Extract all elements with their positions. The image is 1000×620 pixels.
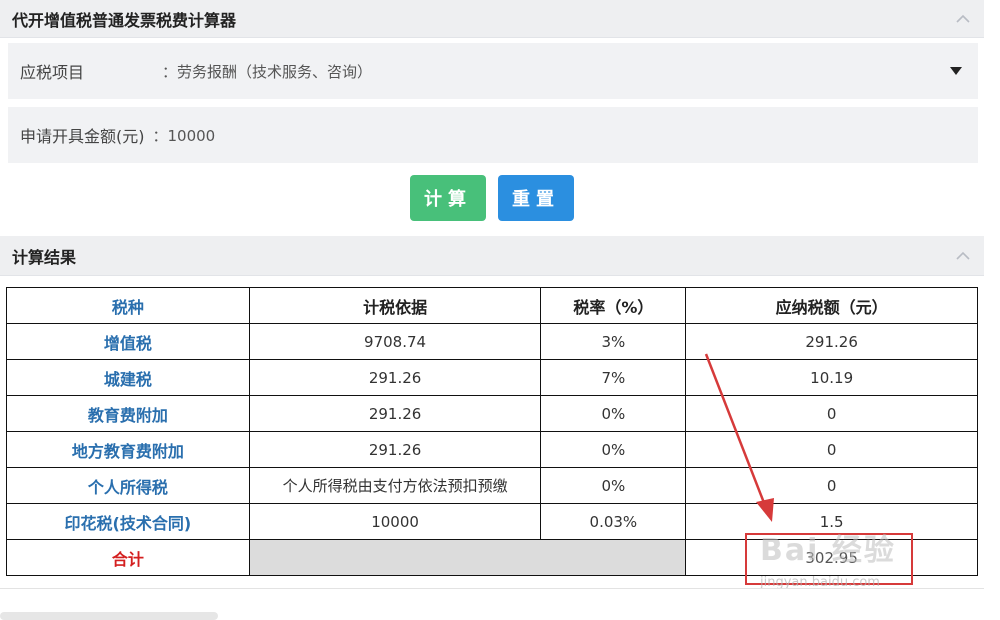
- tax-name: 增值税: [6, 323, 250, 360]
- tax-rate: 0%: [540, 395, 687, 432]
- header-basis: 计税依据: [248, 287, 542, 324]
- total-empty-cell: [248, 539, 687, 576]
- tax-basis: 个人所得税由支付方依法预扣预缴: [248, 467, 542, 504]
- header-amount: 应纳税额（元）: [685, 287, 978, 324]
- table-header-row: 税种 计税依据 税率（%） 应纳税额（元）: [6, 287, 978, 324]
- divider: [0, 588, 984, 589]
- tax-rate: 7%: [540, 359, 687, 396]
- tax-item-select[interactable]: 应税项目 ：劳务报酬（技术服务、咨询）: [8, 43, 978, 99]
- annotation-arrow-icon: [704, 353, 774, 522]
- tax-rate: 0.03%: [540, 503, 687, 540]
- table-row: 城建税 291.26 7% 10.19: [6, 359, 978, 396]
- horizontal-scrollbar[interactable]: [0, 612, 218, 620]
- tax-basis: 291.26: [248, 395, 542, 432]
- tax-name: 城建税: [6, 359, 250, 396]
- baidu-watermark-logo: Bai 经验: [760, 533, 896, 568]
- total-label: 合计: [6, 539, 250, 576]
- tax-rate: 0%: [540, 467, 687, 504]
- tax-basis: 10000: [248, 503, 542, 540]
- tax-basis: 291.26: [248, 431, 542, 468]
- amount-field[interactable]: 申请开具金额(元) ：10000: [8, 107, 978, 163]
- header-tax-type: 税种: [6, 287, 250, 324]
- calculator-header[interactable]: 代开增值税普通发票税费计算器: [0, 0, 984, 38]
- results-title: 计算结果: [12, 247, 77, 267]
- table-row: 教育费附加 291.26 0% 0: [6, 395, 978, 432]
- dropdown-caret-icon[interactable]: [950, 67, 962, 75]
- table-row: 地方教育费附加 291.26 0% 0: [6, 431, 978, 468]
- tax-item-value: ：劳务报酬（技术服务、咨询）: [162, 62, 373, 81]
- amount-label: 申请开具金额(元): [20, 127, 145, 146]
- results-header[interactable]: 计算结果: [0, 236, 984, 276]
- tax-rate: 3%: [540, 323, 687, 360]
- tax-name: 个人所得税: [6, 467, 250, 504]
- table-row: 增值税 9708.74 3% 291.26: [6, 323, 978, 360]
- header-rate: 税率（%）: [540, 287, 687, 324]
- tax-basis: 9708.74: [248, 323, 542, 360]
- collapse-chevron-icon[interactable]: [956, 14, 970, 24]
- collapse-chevron-icon[interactable]: [956, 251, 970, 261]
- tax-name: 地方教育费附加: [6, 431, 250, 468]
- calculate-button[interactable]: 计算: [410, 175, 486, 221]
- tax-basis: 291.26: [248, 359, 542, 396]
- reset-button[interactable]: 重置: [498, 175, 574, 221]
- tax-name: 教育费附加: [6, 395, 250, 432]
- table-row: 个人所得税 个人所得税由支付方依法预扣预缴 0% 0: [6, 467, 978, 504]
- amount-value: ：10000: [152, 126, 216, 145]
- tax-item-label: 应税项目: [20, 63, 85, 82]
- tax-rate: 0%: [540, 431, 687, 468]
- tax-name: 印花税(技术合同): [6, 503, 250, 540]
- calculator-title: 代开增值税普通发票税费计算器: [12, 10, 237, 30]
